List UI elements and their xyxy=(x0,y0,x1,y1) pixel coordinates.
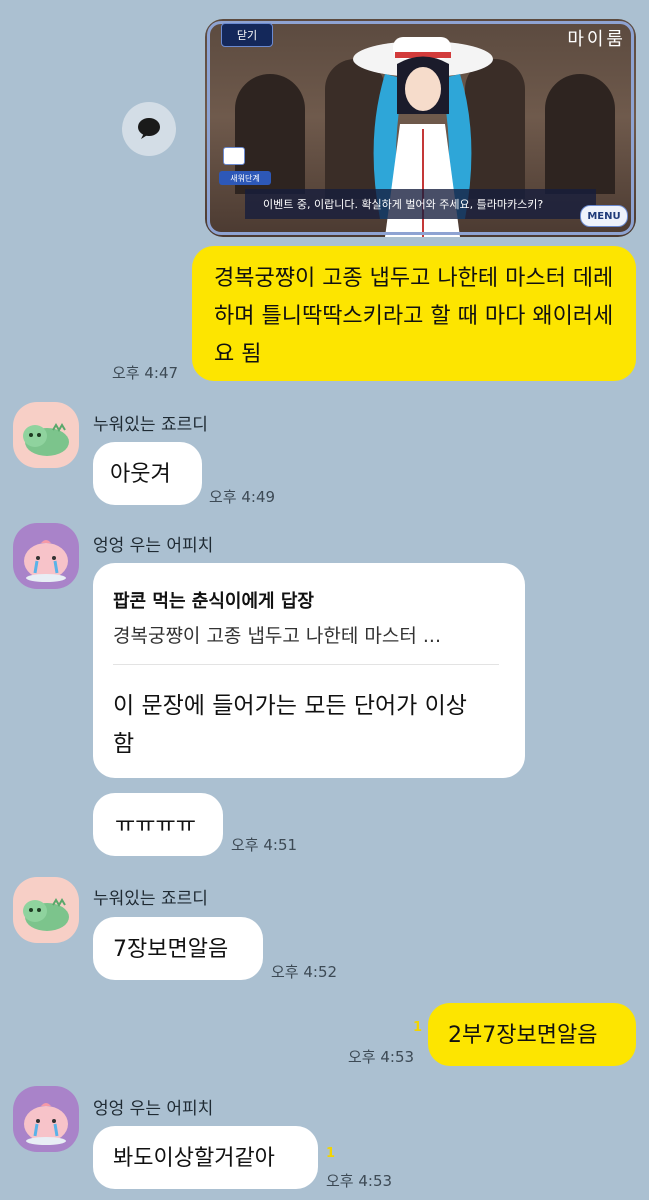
message-time: 오후 4:53 xyxy=(326,1172,393,1190)
apeach-character-icon xyxy=(24,540,68,582)
game-logo: 마이룸 xyxy=(567,29,626,50)
game-close-button: 닫기 xyxy=(221,23,273,47)
message-time: 오후 4:53 xyxy=(348,1048,415,1066)
message-text: 이 문장에 들어가는 모든 단어가 이상함 xyxy=(113,693,467,757)
avatar-apeach[interactable] xyxy=(13,1086,79,1152)
apeach-character-icon xyxy=(24,1103,68,1145)
sender-name: 누워있는 죠르디 xyxy=(93,889,208,909)
unread-count: 1 xyxy=(413,1020,423,1035)
share-button[interactable] xyxy=(122,102,176,156)
message-text: 7장보면알음 xyxy=(113,937,229,962)
message-text: 2부7장보면알음 xyxy=(448,1023,598,1048)
their-message-bubble[interactable]: 봐도이상할거같아 xyxy=(93,1126,318,1189)
reply-divider xyxy=(113,664,499,665)
avatar-jordy[interactable] xyxy=(13,402,79,468)
message-text: 봐도이상할거같아 xyxy=(113,1146,275,1171)
message-time: 오후 4:52 xyxy=(271,963,338,981)
my-message-bubble[interactable]: 경복궁쨩이 고종 냅두고 나한테 마스터 데레하며 틀니딱딱스키라고 할 때 마… xyxy=(192,246,636,381)
game-menu-button: MENU xyxy=(580,205,628,227)
their-message-bubble[interactable]: 아웃겨 xyxy=(93,442,202,505)
sender-name: 엉엉 우는 어피치 xyxy=(93,1099,214,1119)
reply-message-bubble[interactable]: 팝콘 먹는 춘식이에게 답장 경복궁쨩이 고종 냅두고 나한테 마스터 ... … xyxy=(93,563,525,778)
avatar-apeach[interactable] xyxy=(13,523,79,589)
message-time: 오후 4:51 xyxy=(231,836,298,854)
message-text: ㅠㅠㅠㅠ xyxy=(115,813,196,838)
their-message-bubble[interactable]: 7장보면알음 xyxy=(93,917,263,980)
reply-quote[interactable]: 경복궁쨩이 고종 냅두고 나한테 마스터 ... xyxy=(113,621,441,648)
message-time: 오후 4:47 xyxy=(112,364,179,382)
shared-image[interactable]: 닫기 마이룸 새워단계 이벤트 중, 이랍니다. 확실하게 벌어와 주세요, 틀… xyxy=(205,19,636,237)
avatar-jordy[interactable] xyxy=(13,877,79,943)
unread-count: 1 xyxy=(326,1146,336,1161)
their-message-bubble[interactable]: ㅠㅠㅠㅠ xyxy=(93,793,223,856)
sender-name: 누워있는 죠르디 xyxy=(93,415,208,435)
game-chat-icon xyxy=(223,147,245,165)
close-label: 닫기 xyxy=(236,29,258,42)
reply-title: 팝콘 먹는 춘식이에게 답장 xyxy=(113,591,314,612)
game-dialogue: 이벤트 중, 이랍니다. 확실하게 벌어와 주세요, 틀라마카스키? xyxy=(245,189,596,219)
message-time: 오후 4:49 xyxy=(209,488,276,506)
jordy-character-icon xyxy=(23,423,69,456)
message-text: 경복궁쨩이 고종 냅두고 나한테 마스터 데레하며 틀니딱딱스키라고 할 때 마… xyxy=(214,266,614,367)
jordy-character-icon xyxy=(23,898,69,931)
speech-bubble-icon xyxy=(138,118,160,139)
sender-name: 엉엉 우는 어피치 xyxy=(93,536,214,556)
message-text: 아웃겨 xyxy=(110,462,171,487)
game-side-tag: 새워단계 xyxy=(219,171,271,185)
my-message-bubble[interactable]: 2부7장보면알음 xyxy=(428,1003,636,1066)
